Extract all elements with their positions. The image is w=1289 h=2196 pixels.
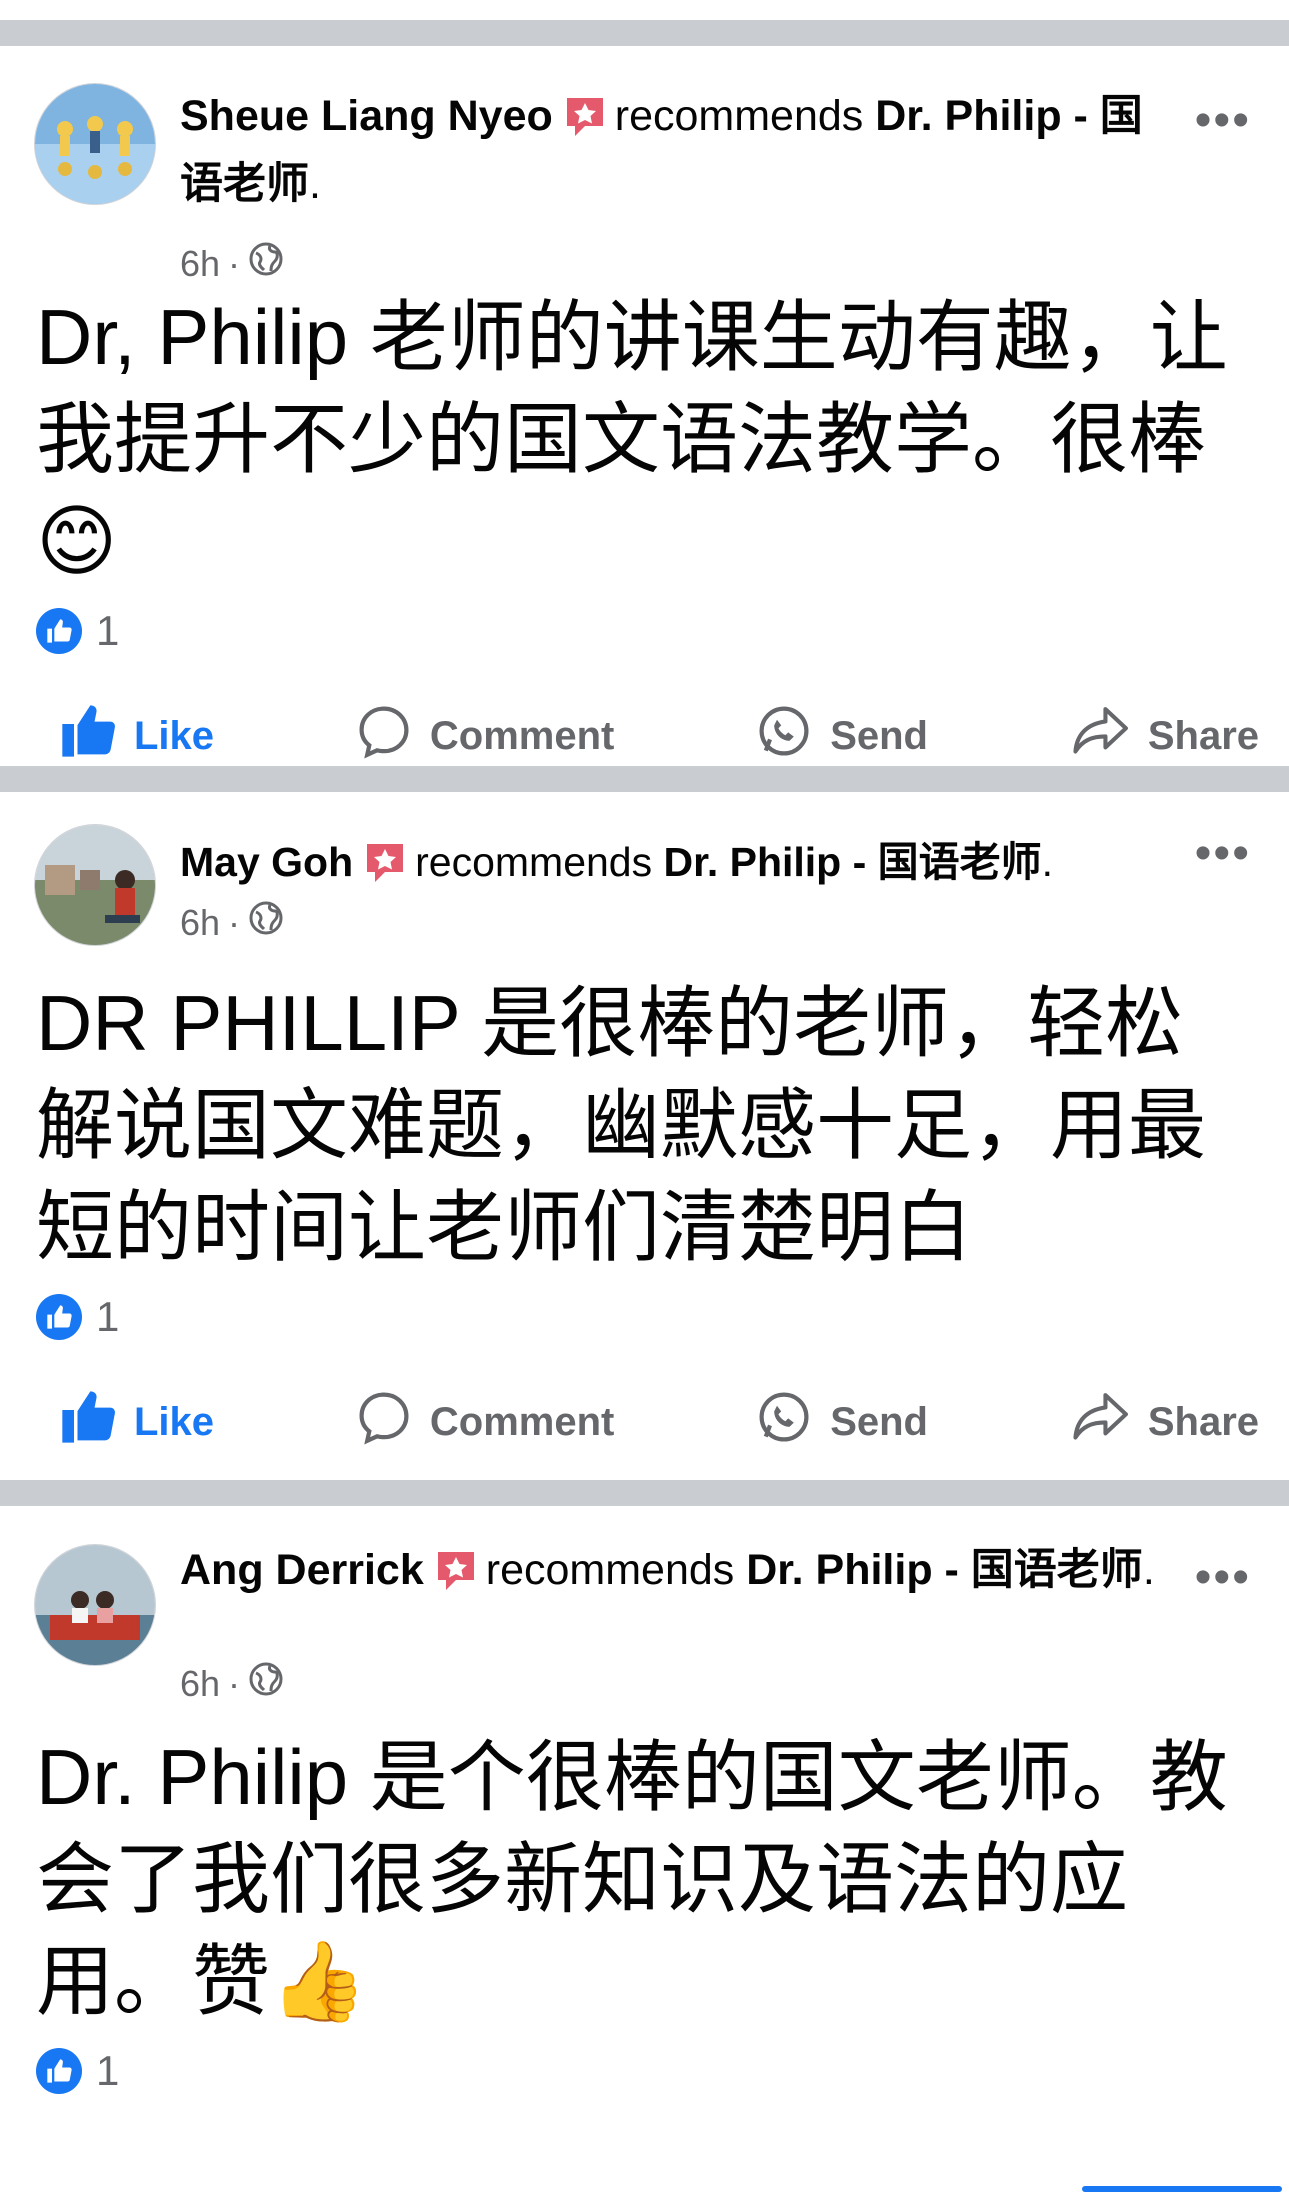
scroll-indicator <box>1082 2186 1282 2192</box>
comment-bubble-icon <box>356 1389 412 1455</box>
recommend-star-icon <box>434 1548 478 1608</box>
send-label: Send <box>830 1399 928 1444</box>
comment-label: Comment <box>429 713 615 758</box>
action-bar: Like Comment Send Share <box>0 666 1289 806</box>
post-meta: 6h · <box>180 241 284 286</box>
messenger-send-icon <box>756 1389 812 1455</box>
like-thumb-icon <box>60 1389 116 1455</box>
like-label: Like <box>134 713 215 758</box>
like-reaction-icon <box>36 1294 82 1340</box>
page-name-link[interactable]: Dr. Philip - 国语老师 <box>746 1546 1143 1594</box>
post-header: May Goh recommends Dr. Philip - 国语老师. •••… <box>0 792 1289 952</box>
post-time[interactable]: 6h <box>180 1663 220 1705</box>
meta-separator: · <box>228 901 241 943</box>
avatar[interactable] <box>34 1544 156 1666</box>
like-thumb-icon <box>60 703 116 769</box>
like-reaction-icon <box>36 608 82 654</box>
like-button[interactable]: Like <box>60 1389 214 1455</box>
post-card: Sheue Liang Nyeo recommends Dr. Philip - … <box>0 46 1289 766</box>
headline-period: . <box>1142 1546 1155 1594</box>
comment-button[interactable]: Comment <box>356 703 614 769</box>
send-label: Send <box>830 713 928 758</box>
post-header: Ang Derrick recommends Dr. Philip - 国语老师.… <box>0 1506 1289 1716</box>
globe-icon <box>248 900 284 945</box>
comment-bubble-icon <box>356 703 412 769</box>
like-label: Like <box>134 1399 215 1444</box>
post-card: May Goh recommends Dr. Philip - 国语老师. •••… <box>0 792 1289 1480</box>
post-meta: 6h · <box>180 900 284 945</box>
post-body: Dr, Philip 老师的讲课生动有趣，让我提升不少的国文语法教学。很棒😊 <box>36 293 1228 585</box>
send-button[interactable]: Send <box>756 703 928 769</box>
globe-icon <box>248 241 284 286</box>
post-headline: Sheue Liang Nyeo recommends Dr. Philip - … <box>180 86 1179 214</box>
share-label: Share <box>1147 1399 1259 1444</box>
comment-label: Comment <box>429 1399 615 1444</box>
like-button[interactable]: Like <box>60 703 214 769</box>
page-name-link[interactable]: Dr. Philip - 国语老师 <box>664 839 1042 885</box>
like-count: 1 <box>96 1293 120 1340</box>
globe-icon <box>248 1661 284 1706</box>
top-strip <box>0 0 1289 20</box>
messenger-send-icon <box>756 703 812 769</box>
recommends-text: recommends <box>485 1546 735 1594</box>
share-button[interactable]: Share <box>1070 1389 1259 1455</box>
like-reaction-icon <box>36 2048 82 2094</box>
reaction-summary[interactable]: 1 <box>0 2036 1289 2106</box>
headline-period: . <box>309 160 321 208</box>
post-time[interactable]: 6h <box>180 243 220 285</box>
author-name[interactable]: May Goh <box>180 839 353 885</box>
like-count: 1 <box>96 2047 120 2094</box>
meta-separator: · <box>228 1662 241 1704</box>
post-body: DR PHILLIP 是很棒的老师，轻松解说国文难题，幽默感十足，用最短的时间让… <box>36 979 1207 1271</box>
feed-divider <box>0 20 1289 46</box>
avatar[interactable] <box>34 824 156 946</box>
share-arrow-icon <box>1070 1389 1130 1455</box>
more-options-icon[interactable]: ••• <box>1195 97 1251 145</box>
comment-button[interactable]: Comment <box>356 1389 614 1455</box>
action-bar: Like Comment Send Share <box>0 1352 1289 1492</box>
like-count: 1 <box>96 607 120 654</box>
meta-separator: · <box>228 242 241 284</box>
more-options-icon[interactable]: ••• <box>1195 830 1251 878</box>
recommends-text: recommends <box>614 92 864 140</box>
post-body: Dr. Philip 是个很棒的国文老师。教会了我们很多新知识及语法的应用。赞👍 <box>36 1733 1228 2025</box>
recommend-star-icon <box>563 94 607 154</box>
avatar[interactable] <box>34 83 156 205</box>
recommends-text: recommends <box>415 839 653 885</box>
share-label: Share <box>1147 713 1259 758</box>
post-time[interactable]: 6h <box>180 902 220 944</box>
send-button[interactable]: Send <box>756 1389 928 1455</box>
recommend-star-icon <box>363 840 407 900</box>
share-button[interactable]: Share <box>1070 703 1259 769</box>
reaction-summary[interactable]: 1 <box>0 596 1289 666</box>
post-headline: Ang Derrick recommends Dr. Philip - 国语老师. <box>180 1540 1179 1608</box>
post-meta: 6h · <box>180 1661 284 1706</box>
post-header: Sheue Liang Nyeo recommends Dr. Philip - … <box>0 46 1289 284</box>
author-name[interactable]: Ang Derrick <box>180 1546 424 1594</box>
share-arrow-icon <box>1070 703 1130 769</box>
author-name[interactable]: Sheue Liang Nyeo <box>180 92 553 140</box>
reaction-summary[interactable]: 1 <box>0 1282 1289 1352</box>
post-headline: May Goh recommends Dr. Philip - 国语老师. <box>180 832 1053 900</box>
more-options-icon[interactable]: ••• <box>1195 1554 1251 1602</box>
headline-period: . <box>1041 839 1054 885</box>
post-card: Ang Derrick recommends Dr. Philip - 国语老师.… <box>0 1506 1289 2196</box>
